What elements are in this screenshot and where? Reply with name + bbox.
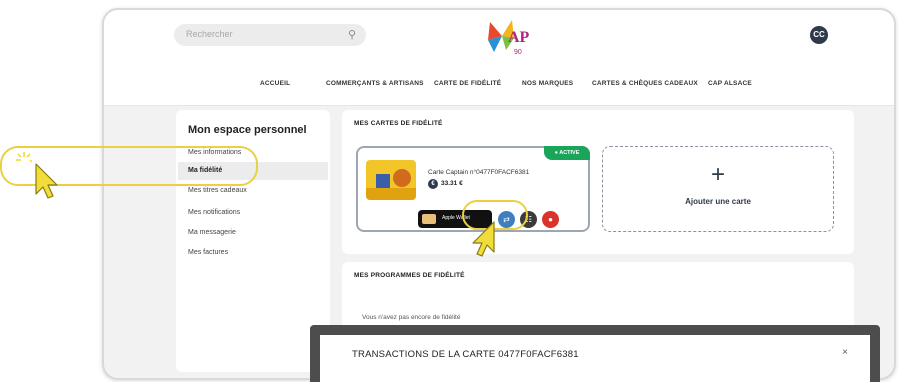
- programs-section-title: MES PROGRAMMES DE FIDÉLITÉ: [354, 272, 465, 279]
- sidebar-item-messagerie[interactable]: Ma messagerie: [178, 224, 328, 242]
- svg-text:AP: AP: [508, 29, 530, 46]
- euro-coin-icon: €: [428, 179, 438, 189]
- nav-item-commercants[interactable]: COMMERÇANTS & ARTISANS: [326, 80, 424, 87]
- lock-icon: ●: [548, 215, 553, 224]
- add-card-label: Ajouter une carte: [685, 197, 751, 206]
- avatar[interactable]: CC: [810, 26, 828, 44]
- top-bar: Rechercher ⚲ AP 90 CC ACCUEIL COMMERÇANT…: [104, 10, 894, 106]
- lock-button[interactable]: ●: [542, 211, 559, 228]
- cap-logo[interactable]: AP 90: [472, 16, 542, 66]
- modal-header: TRANSACTIONS DE LA CARTE 0477F0FACF6381 …: [320, 335, 870, 382]
- close-icon[interactable]: ×: [842, 347, 848, 358]
- cards-section-title: MES CARTES DE FIDÉLITÉ: [354, 120, 443, 127]
- nav-item-nos-marques[interactable]: NOS MARQUES: [522, 80, 573, 87]
- card-thumbnail-art: [376, 169, 411, 188]
- pointer-cursor-icon: [472, 221, 495, 257]
- cap-logo-graphic: AP 90: [488, 20, 530, 56]
- card-number-label: Carte Captain n°0477F0FACF6381: [428, 169, 530, 176]
- nav-item-cartes-cheques[interactable]: CARTES & CHÈQUES CADEAUX: [592, 80, 698, 87]
- cards-panel: MES CARTES DE FIDÉLITÉ ● ACTIVE Carte Ca…: [342, 110, 854, 254]
- main-nav: ACCUEIL COMMERÇANTS & ARTISANS CARTE DE …: [104, 80, 894, 94]
- add-card-button[interactable]: + Ajouter une carte: [602, 146, 834, 232]
- search-input[interactable]: Rechercher ⚲: [174, 24, 366, 46]
- card-balance: 33.31 €: [441, 180, 463, 187]
- nav-item-carte-fidelite[interactable]: CARTE DE FIDÉLITÉ: [434, 80, 501, 87]
- search-icon[interactable]: ⚲: [348, 28, 356, 41]
- empty-programs-text: Vous n'avez pas encore de fidélité: [362, 314, 461, 321]
- nav-item-accueil[interactable]: ACCUEIL: [260, 80, 290, 87]
- search-placeholder: Rechercher: [186, 29, 233, 39]
- sidebar-item-factures[interactable]: Mes factures: [178, 244, 328, 262]
- nav-item-cap-alsace[interactable]: CAP ALSACE: [708, 80, 752, 87]
- sidebar-title: Mon espace personnel: [188, 124, 307, 136]
- plus-icon: +: [710, 161, 725, 188]
- click-burst-icon: [16, 152, 31, 161]
- sidebar-item-notifications[interactable]: Mes notifications: [178, 204, 328, 222]
- svg-text:90: 90: [514, 49, 522, 56]
- wallet-icon: [422, 214, 436, 224]
- card-thumbnail: [366, 160, 416, 200]
- status-badge: ● ACTIVE: [544, 146, 590, 160]
- transactions-modal: TRANSACTIONS DE LA CARTE 0477F0FACF6381 …: [310, 325, 880, 382]
- modal-title: TRANSACTIONS DE LA CARTE 0477F0FACF6381: [352, 349, 579, 360]
